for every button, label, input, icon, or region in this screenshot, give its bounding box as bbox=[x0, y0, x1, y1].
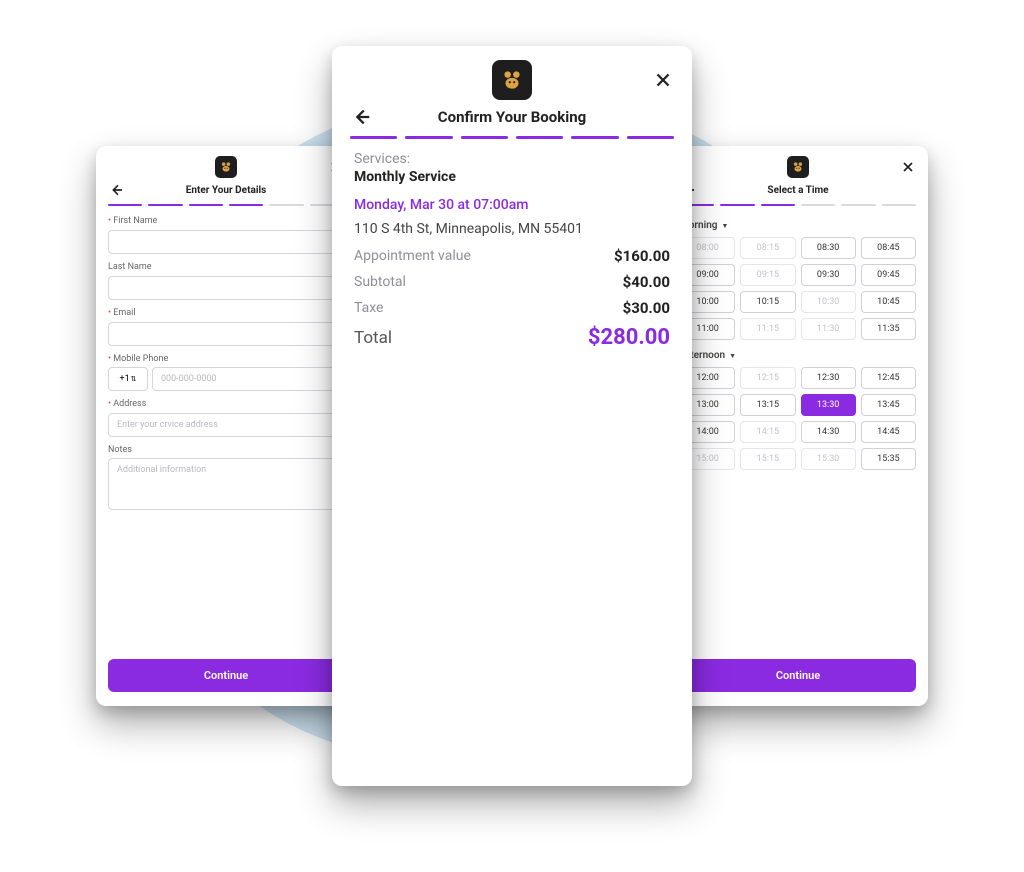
time-slot[interactable]: 13:30 bbox=[801, 394, 856, 416]
time-slot[interactable]: 11:35 bbox=[861, 318, 916, 340]
time-slot[interactable]: 12:30 bbox=[801, 367, 856, 389]
time-slot: 15:30 bbox=[801, 448, 856, 470]
line-total: Total $280.00 bbox=[354, 325, 670, 350]
close-icon[interactable] bbox=[900, 159, 916, 175]
chevron-updown-icon: ⇅ bbox=[131, 375, 137, 383]
progress-segment bbox=[882, 204, 916, 206]
time-slot[interactable]: 15:35 bbox=[861, 448, 916, 470]
close-icon[interactable] bbox=[652, 69, 674, 91]
progress-segment bbox=[148, 204, 182, 206]
progress-segment bbox=[269, 204, 303, 206]
time-slot[interactable]: 08:30 bbox=[801, 237, 856, 259]
time-slot: 15:15 bbox=[740, 448, 795, 470]
progress-segment bbox=[841, 204, 875, 206]
appointment-datetime[interactable]: Monday, Mar 30 at 07:00am bbox=[354, 197, 670, 213]
confirm-screen: Confirm Your Booking Services: Monthly S… bbox=[332, 46, 692, 786]
continue-button[interactable]: Continue bbox=[680, 659, 916, 692]
address-field[interactable] bbox=[108, 413, 344, 437]
line-tax: Taxe $30.00 bbox=[354, 299, 670, 317]
time-slot[interactable]: 12:45 bbox=[861, 367, 916, 389]
email-label: Email bbox=[108, 308, 344, 318]
time-slot: 14:15 bbox=[740, 421, 795, 443]
time-slot: 11:30 bbox=[801, 318, 856, 340]
time-slot[interactable]: 14:45 bbox=[861, 421, 916, 443]
app-logo bbox=[787, 156, 809, 178]
notes-label: Notes bbox=[108, 445, 344, 455]
back-icon[interactable] bbox=[350, 106, 372, 128]
email-field[interactable] bbox=[108, 322, 344, 346]
screen-title: Enter Your Details bbox=[124, 185, 328, 196]
line-appointment-value: Appointment value $160.00 bbox=[354, 247, 670, 265]
app-logo bbox=[215, 156, 237, 178]
country-code-select[interactable]: +1⇅ bbox=[108, 367, 148, 391]
caret-down-icon: ▼ bbox=[729, 352, 736, 360]
time-slot[interactable]: 13:15 bbox=[740, 394, 795, 416]
back-icon[interactable] bbox=[108, 182, 124, 198]
screen-title: Confirm Your Booking bbox=[372, 108, 652, 126]
notes-field[interactable] bbox=[108, 458, 344, 510]
progress-bar bbox=[332, 136, 692, 151]
time-slot: 09:15 bbox=[740, 264, 795, 286]
time-slot: 08:15 bbox=[740, 237, 795, 259]
screen-title: Select a Time bbox=[696, 185, 900, 196]
time-group-label[interactable]: Afternoon▼ bbox=[680, 350, 916, 361]
service-name: Monthly Service bbox=[354, 169, 670, 185]
progress-segment bbox=[516, 136, 563, 139]
details-screen: Enter Your Details First Name Last Name … bbox=[96, 146, 356, 706]
app-logo bbox=[492, 60, 532, 100]
progress-bar bbox=[96, 204, 356, 216]
time-slot[interactable]: 10:45 bbox=[861, 291, 916, 313]
time-slot[interactable]: 09:30 bbox=[801, 264, 856, 286]
caret-down-icon: ▼ bbox=[721, 222, 728, 230]
time-slot[interactable]: 14:30 bbox=[801, 421, 856, 443]
progress-segment bbox=[405, 136, 452, 139]
time-slot[interactable]: 10:15 bbox=[740, 291, 795, 313]
last-name-label: Last Name bbox=[108, 262, 344, 272]
progress-segment bbox=[801, 204, 835, 206]
progress-segment bbox=[461, 136, 508, 139]
phone-label: Mobile Phone bbox=[108, 354, 344, 364]
progress-segment bbox=[627, 136, 674, 139]
progress-segment bbox=[189, 204, 223, 206]
last-name-field[interactable] bbox=[108, 276, 344, 300]
time-group-label[interactable]: Morning▼ bbox=[680, 220, 916, 231]
progress-segment bbox=[108, 204, 142, 206]
time-slot[interactable]: 08:45 bbox=[861, 237, 916, 259]
first-name-field[interactable] bbox=[108, 230, 344, 254]
progress-segment bbox=[229, 204, 263, 206]
time-slot[interactable]: 09:45 bbox=[861, 264, 916, 286]
progress-segment bbox=[571, 136, 618, 139]
phone-field[interactable] bbox=[152, 367, 344, 391]
services-label: Services: bbox=[354, 151, 670, 167]
time-slot[interactable]: 13:45 bbox=[861, 394, 916, 416]
address-label: Address bbox=[108, 399, 344, 409]
progress-segment bbox=[761, 204, 795, 206]
appointment-address: 110 S 4th St, Minneapolis, MN 55401 bbox=[354, 221, 670, 237]
time-screen: Select a Time Morning▼08:0008:1508:3008:… bbox=[668, 146, 928, 706]
time-slot: 10:30 bbox=[801, 291, 856, 313]
progress-segment bbox=[720, 204, 754, 206]
progress-bar bbox=[668, 204, 928, 216]
time-slot: 11:15 bbox=[740, 318, 795, 340]
time-slot: 12:15 bbox=[740, 367, 795, 389]
continue-button[interactable]: Continue bbox=[108, 659, 344, 692]
line-subtotal: Subtotal $40.00 bbox=[354, 273, 670, 291]
first-name-label: First Name bbox=[108, 216, 344, 226]
progress-segment bbox=[350, 136, 397, 139]
